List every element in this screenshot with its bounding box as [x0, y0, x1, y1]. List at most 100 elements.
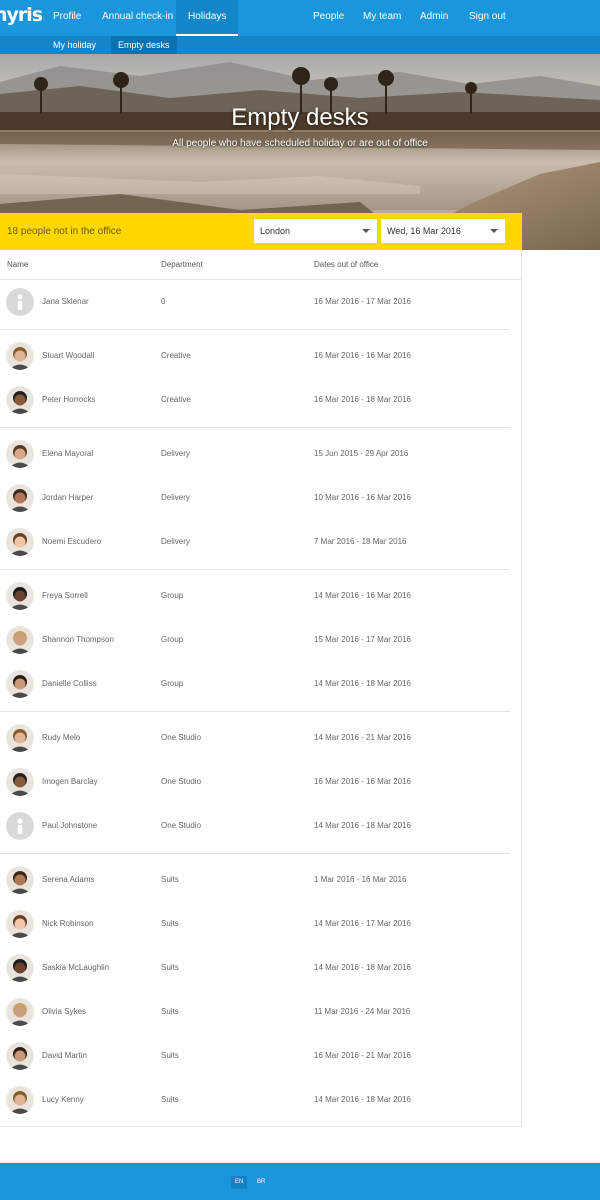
language-br[interactable]: BR: [253, 1176, 269, 1189]
out-of-office-dates: 15 Jun 2015 - 29 Apr 2016: [314, 449, 409, 458]
column-header-department[interactable]: Department: [161, 250, 203, 280]
avatar[interactable]: [6, 288, 34, 316]
person-name: Stuart Woodall: [42, 351, 95, 360]
person-name: Paul Johnstone: [42, 821, 98, 830]
location-select[interactable]: London: [254, 219, 377, 243]
avatar[interactable]: [6, 582, 34, 610]
column-header-name[interactable]: Name: [7, 250, 28, 280]
out-of-office-dates: 14 Mar 2016 - 18 Mar 2016: [314, 679, 411, 688]
avatar[interactable]: [6, 1042, 34, 1070]
table-row[interactable]: Jordan Harper Delivery 10 Mar 2016 - 16 Ma…: [0, 476, 522, 520]
people-count: 18 people not in the office: [7, 226, 122, 237]
avatar[interactable]: [6, 954, 34, 982]
table-row[interactable]: Nick Robinson Suits 14 Mar 2016 - 17 Mar 2…: [0, 902, 522, 946]
table-row[interactable]: Imogen Barclay One Studio 16 Mar 2016 - 16…: [0, 760, 522, 804]
filter-bar: 18 people not in the office London Wed, …: [0, 213, 522, 250]
person-name: Shannon Thompson: [42, 635, 114, 644]
subnav-empty-desks[interactable]: Empty desks: [111, 36, 177, 54]
person-name: Nick Robinson: [42, 919, 94, 928]
avatar[interactable]: [6, 768, 34, 796]
date-select[interactable]: Wed, 16 Mar 2016: [381, 219, 505, 243]
language-en[interactable]: EN: [231, 1176, 248, 1189]
person-name: Olivia Sykes: [42, 1007, 87, 1016]
nav-sign-out[interactable]: Sign out: [469, 0, 506, 36]
avatar[interactable]: [6, 626, 34, 654]
table-row[interactable]: David Martin Suits 16 Mar 2016 - 21 Mar 20…: [0, 1034, 522, 1078]
table-row[interactable]: Olivia Sykes Suits 11 Mar 2016 - 24 Mar 20…: [0, 990, 522, 1034]
table-row[interactable]: Saskia McLaughlin Suits 14 Mar 2016 - 18 M…: [0, 946, 522, 990]
table-row[interactable]: Serena Adams Suits 1 Mar 2016 - 16 Mar 201…: [0, 858, 522, 902]
out-of-office-dates: 14 Mar 2016 - 18 Mar 2016: [314, 963, 411, 972]
nav-holidays[interactable]: Holidays: [176, 0, 239, 36]
department-name: Delivery: [161, 493, 190, 502]
table-header: Name Department Dates out of office: [0, 250, 522, 280]
avatar[interactable]: [6, 386, 34, 414]
department-name: Suits: [161, 919, 179, 928]
avatar[interactable]: [6, 866, 34, 894]
department-name: One Studio: [161, 777, 202, 786]
out-of-office-dates: 11 Mar 2016 - 24 Mar 2016: [314, 1007, 411, 1016]
department-name: Suits: [161, 963, 179, 972]
table-row[interactable]: Peter Horrocks Creative 16 Mar 2016 - 18 M…: [0, 378, 522, 422]
table-row[interactable]: Jana Sklenar 0 16 Mar 2016 - 17 Mar 2016: [0, 280, 522, 324]
department-name: Delivery: [161, 537, 190, 546]
department-name: Group: [161, 635, 184, 644]
out-of-office-dates: 14 Mar 2016 - 18 Mar 2016: [314, 821, 411, 830]
avatar[interactable]: [6, 528, 34, 556]
out-of-office-dates: 16 Mar 2016 - 18 Mar 2016: [314, 395, 411, 404]
avatar[interactable]: [6, 910, 34, 938]
out-of-office-dates: 7 Mar 2016 - 18 Mar 2016: [314, 537, 407, 546]
nav-admin[interactable]: Admin: [420, 0, 448, 36]
subnav-my-holiday[interactable]: My holiday: [46, 36, 103, 54]
person-name: Danielle Colliss: [42, 679, 97, 688]
out-of-office-dates: 16 Mar 2016 - 16 Mar 2016: [314, 351, 411, 360]
department-name: Suits: [161, 875, 179, 884]
table-row[interactable]: Noemi Escudero Delivery 7 Mar 2016 - 18 Ma…: [0, 520, 522, 564]
sub-navigation: My holiday Empty desks: [0, 36, 600, 54]
nav-annual-check-in[interactable]: Annual check-in: [102, 0, 173, 36]
avatar[interactable]: [6, 1086, 34, 1114]
nav-my-team[interactable]: My team: [363, 0, 401, 36]
column-header-dates[interactable]: Dates out of office: [314, 250, 378, 280]
person-name: Jordan Harper: [42, 493, 94, 502]
app-logo[interactable]: nyris: [0, 4, 43, 26]
person-name: Peter Horrocks: [42, 395, 96, 404]
out-of-office-dates: 10 Mar 2016 - 16 Mar 2016: [314, 493, 411, 502]
avatar[interactable]: [6, 484, 34, 512]
avatar[interactable]: [6, 998, 34, 1026]
group-divider: [0, 853, 510, 854]
department-name: One Studio: [161, 821, 202, 830]
out-of-office-dates: 15 Mar 2016 - 17 Mar 2016: [314, 635, 411, 644]
avatar[interactable]: [6, 342, 34, 370]
person-name: Imogen Barclay: [42, 777, 98, 786]
person-name: Elena Mayoral: [42, 449, 94, 458]
table-row[interactable]: Stuart Woodall Creative 16 Mar 2016 - 16 M…: [0, 334, 522, 378]
out-of-office-dates: 1 Mar 2016 - 16 Mar 2016: [314, 875, 407, 884]
avatar[interactable]: [6, 812, 34, 840]
top-navigation: nyris Profile Annual check-in Holidays P…: [0, 0, 600, 36]
nav-people[interactable]: People: [313, 0, 344, 36]
department-name: Creative: [161, 351, 191, 360]
out-of-office-dates: 14 Mar 2016 - 16 Mar 2016: [314, 591, 411, 600]
out-of-office-dates: 14 Mar 2016 - 21 Mar 2016: [314, 733, 411, 742]
location-value: London: [260, 226, 291, 236]
person-name: Freya Sorrell: [42, 591, 88, 600]
table-row[interactable]: Rudy Melo One Studio 14 Mar 2016 - 21 Mar …: [0, 716, 522, 760]
page-title: Empty desks: [231, 104, 369, 131]
table-row[interactable]: Freya Sorrell Group 14 Mar 2016 - 16 Mar 2…: [0, 574, 522, 618]
avatar[interactable]: [6, 440, 34, 468]
table-row[interactable]: Shannon Thompson Group 15 Mar 2016 - 17 Ma…: [0, 618, 522, 662]
department-name: Creative: [161, 395, 191, 404]
table-row[interactable]: Lucy Kenny Suits 14 Mar 2016 - 18 Mar 2016: [0, 1078, 522, 1122]
nav-profile[interactable]: Profile: [53, 0, 81, 36]
avatar[interactable]: [6, 724, 34, 752]
department-name: Group: [161, 679, 184, 688]
person-name: Lucy Kenny: [42, 1095, 84, 1104]
table-row[interactable]: Danielle Colliss Group 14 Mar 2016 - 18 Ma…: [0, 662, 522, 706]
table-row[interactable]: Paul Johnstone One Studio 14 Mar 2016 - 18…: [0, 804, 522, 848]
table-row[interactable]: Elena Mayoral Delivery 15 Jun 2015 - 29 Ap…: [0, 432, 522, 476]
group-divider: [0, 427, 510, 428]
avatar[interactable]: [6, 670, 34, 698]
page-subtitle: All people who have scheduled holiday or…: [172, 138, 428, 149]
person-name: Rudy Melo: [42, 733, 81, 742]
